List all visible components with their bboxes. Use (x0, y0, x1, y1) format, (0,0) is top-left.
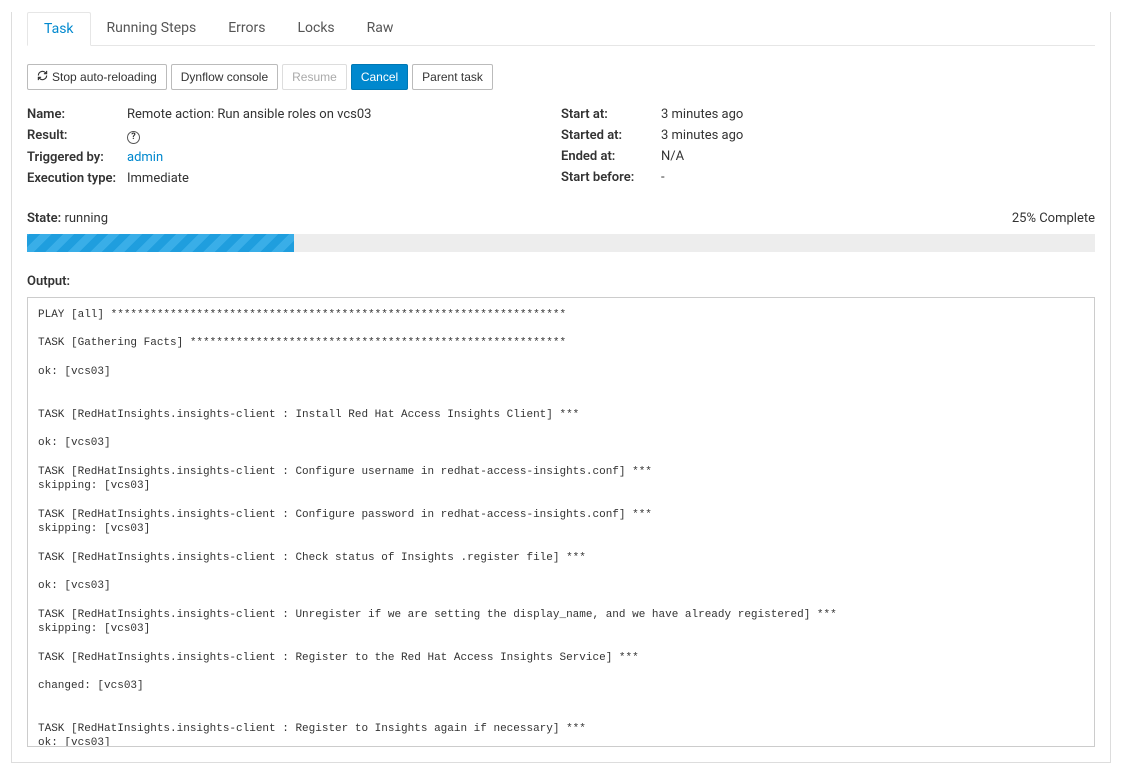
start-at-value: 3 minutes ago (661, 107, 743, 122)
parent-task-button[interactable]: Parent task (412, 64, 493, 90)
info-section: Name: Remote action: Run ansible roles o… (27, 104, 1095, 189)
execution-type-value: Immediate (127, 171, 189, 186)
name-value: Remote action: Run ansible roles on vcs0… (127, 107, 371, 122)
triggered-by-value[interactable]: admin (127, 150, 163, 165)
stop-auto-label: Stop auto-reloading (52, 68, 157, 86)
started-at-value: 3 minutes ago (661, 128, 743, 143)
resume-button: Resume (282, 64, 347, 90)
output-label: Output: (27, 274, 1095, 289)
start-before-label: Start before: (561, 170, 661, 185)
state-row: State: running 25% Complete (27, 211, 1095, 226)
stop-auto-reloading-button[interactable]: Stop auto-reloading (27, 64, 167, 90)
complete-text: 25% Complete (1012, 211, 1095, 226)
start-before-value: - (661, 170, 665, 185)
tabs-bar: Task Running Steps Errors Locks Raw (27, 12, 1095, 46)
toolbar: Stop auto-reloading Dynflow console Resu… (27, 64, 1095, 90)
state-value: running (64, 211, 108, 226)
started-at-label: Started at: (561, 128, 661, 143)
triggered-by-label: Triggered by: (27, 150, 127, 165)
name-label: Name: (27, 107, 127, 122)
tab-task[interactable]: Task (27, 12, 91, 46)
cancel-button[interactable]: Cancel (351, 64, 408, 90)
output-box[interactable]: PLAY [all] *****************************… (27, 297, 1095, 747)
tab-locks[interactable]: Locks (281, 12, 350, 45)
state-label: State: (27, 211, 61, 226)
progress-bar (27, 234, 1095, 252)
ended-at-value: N/A (661, 149, 684, 164)
tab-running-steps[interactable]: Running Steps (91, 12, 213, 45)
execution-type-label: Execution type: (27, 171, 127, 186)
tab-raw[interactable]: Raw (351, 12, 410, 45)
ended-at-label: Ended at: (561, 149, 661, 164)
result-value: ? (127, 128, 140, 144)
result-label: Result: (27, 128, 127, 144)
dynflow-console-button[interactable]: Dynflow console (171, 64, 278, 90)
start-at-label: Start at: (561, 107, 661, 122)
progress-fill (27, 234, 294, 252)
help-icon[interactable]: ? (127, 131, 140, 144)
refresh-icon (37, 68, 48, 86)
tab-errors[interactable]: Errors (212, 12, 281, 45)
